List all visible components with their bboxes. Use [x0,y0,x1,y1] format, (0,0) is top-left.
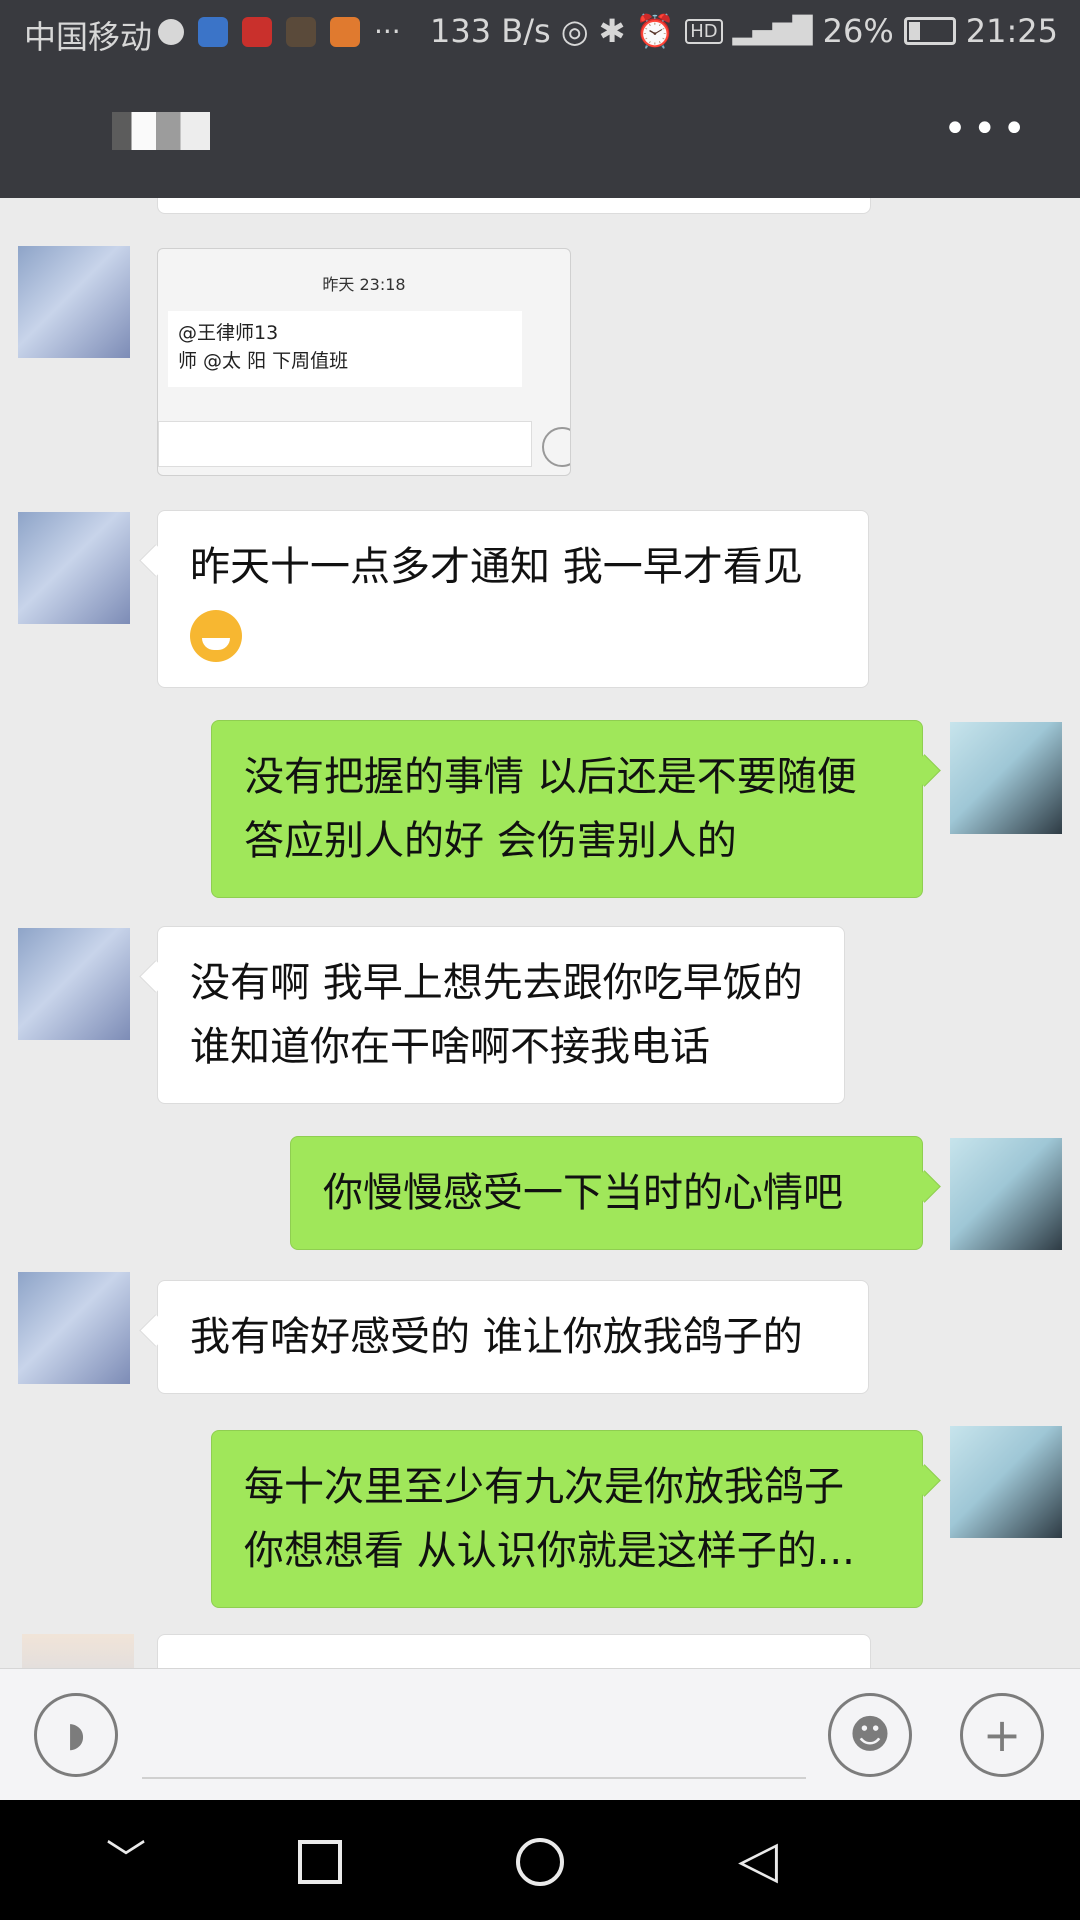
partial-message-bubble [157,198,871,214]
more-dots-icon[interactable]: ••• [943,106,1032,152]
health-icon [158,18,184,45]
contact-avatar[interactable] [18,928,130,1040]
status-bar: 中国移动 ··· 133 B/s ◎ ✱ ⏰ HD ▂▄▆█ 26% 21:25 [0,0,1080,66]
message-input-bar: ◗ ☻ + [0,1668,1080,1801]
system-nav-bar: ﹀ ◁ [0,1800,1080,1920]
incoming-message-bubble[interactable]: 昨天十一点多才通知 我一早才看见 [157,510,869,688]
outgoing-message-bubble[interactable]: 每十次里至少有九次是你放我鸽子 你想想看 从认识你就是这样子的... [211,1430,923,1608]
emoji-face-icon[interactable]: ☻ [828,1693,912,1777]
net-speed: 133 B/s [430,12,551,50]
image-timestamp: 昨天 23:18 [322,275,406,294]
message-input[interactable] [142,1777,806,1779]
grin-emoji-icon [190,610,242,662]
hide-keyboard-icon[interactable]: ﹀ [106,1830,146,1890]
signal-icon: ▂▄▆█ [732,16,813,46]
screenshot-image-message[interactable]: 昨天 23:18 @王律师13 师 @太 阳 下周值班 [157,248,571,476]
outgoing-message-bubble[interactable]: 没有把握的事情 以后还是不要随便答应别人的好 会伤害别人的 [211,720,923,898]
back-button-icon[interactable]: ◁ [738,1830,778,1890]
app-notification-icon [286,16,316,47]
clock: 21:25 [965,12,1058,50]
chat-header: ••• [0,66,1080,198]
incoming-message-bubble[interactable]: 我有啥好感受的 谁让你放我鸽子的 [157,1280,869,1394]
message-text: 我有啥好感受的 谁让你放我鸽子的 [190,1314,803,1360]
hd-badge: HD [685,18,723,44]
notification-icons: ··· [158,15,401,48]
contact-avatar[interactable] [18,512,130,624]
status-indicators: 133 B/s ◎ ✱ ⏰ HD ▂▄▆█ 26% 21:25 [430,12,1058,50]
recents-button-icon[interactable] [298,1830,342,1897]
my-avatar[interactable] [950,1138,1062,1250]
outgoing-message-bubble[interactable]: 你慢慢感受一下当时的心情吧 [290,1136,923,1250]
battery-percent: 26% [822,12,894,50]
app-notification-icon [242,16,272,47]
message-text: 昨天十一点多才通知 我一早才看见 [190,544,803,590]
overflow-dots-icon: ··· [374,15,401,48]
my-avatar[interactable] [950,722,1062,834]
message-text: 没有啊 我早上想先去跟你吃早饭的 谁知道你在干啥啊不接我电话 [190,960,803,1070]
contact-avatar[interactable] [18,1272,130,1384]
alarm-icon: ⏰ [635,12,676,50]
my-avatar[interactable] [950,1426,1062,1538]
message-text: 没有把握的事情 以后还是不要随便答应别人的好 会伤害别人的 [244,754,857,864]
image-text-line: @王律师13 [178,322,279,344]
smiley-icon [542,427,570,467]
app-notification-icon [198,16,228,47]
image-text-line: 师 @太 阳 下周值班 [178,350,349,372]
bluetooth-icon: ✱ [598,12,626,50]
image-message-text: @王律师13 师 @太 阳 下周值班 [168,311,522,387]
message-text: 每十次里至少有九次是你放我鸽子 你想想看 从认识你就是这样子的... [244,1464,855,1574]
plus-icon[interactable]: + [960,1693,1044,1777]
voice-icon[interactable]: ◗ [34,1693,118,1777]
contact-name-redacted [112,112,210,150]
incoming-message-bubble[interactable]: 没有啊 我早上想先去跟你吃早饭的 谁知道你在干啥啊不接我电话 [157,926,845,1104]
app-notification-icon [330,16,360,47]
hotspot-icon: ◎ [560,12,589,50]
battery-icon [903,17,956,45]
carrier-name: 中国移动 [24,18,153,56]
partial-message-bubble [157,1634,871,1668]
message-text: 你慢慢感受一下当时的心情吧 [323,1170,843,1216]
contact-avatar[interactable] [22,1634,134,1668]
image-input-field [158,421,532,467]
contact-avatar[interactable] [18,246,130,358]
home-button-icon[interactable] [516,1830,564,1899]
chat-message-list[interactable]: 昨天 23:18 @王律师13 师 @太 阳 下周值班 昨天十一点多才通知 我一… [0,198,1080,1668]
